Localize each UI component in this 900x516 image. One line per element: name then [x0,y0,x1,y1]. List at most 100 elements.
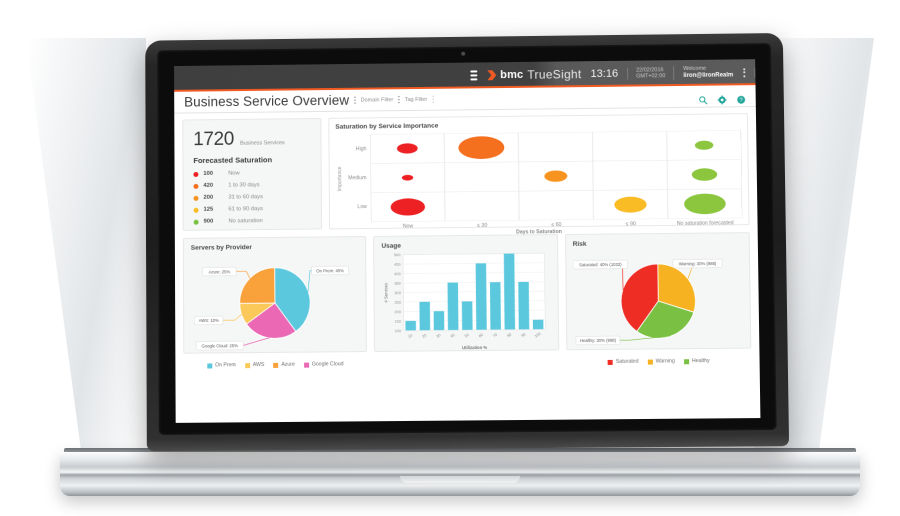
axis-tick-label: No saturation forecasted [668,218,743,227]
axis-tick-label: 100 [395,329,401,333]
pie-callout: Azure: 25% [203,267,250,279]
risk-card: Risk Warning: 30% (988) Healthy: 30% (988… [565,232,752,350]
bar[interactable] [448,283,459,331]
saturation-chart-body: Importance High Medium Low [335,130,742,222]
pie-callout: Google Cloud: 25% [196,338,269,350]
axis-tick-label: ≤ 30 [445,220,519,229]
pie-slice[interactable] [239,268,274,304]
saturation-plot-area [370,130,742,222]
axis-tick-label: Now [371,221,445,230]
legend-item[interactable]: Azure [273,362,295,368]
header-gradient [174,76,461,79]
saturation-period: No saturation [228,218,262,224]
legend-item[interactable]: On Prem [207,363,236,369]
laptop-screen-bezel: bmc TrueSight 13:16 22/02/2016 GMT+02:00… [157,43,777,435]
legend-item[interactable]: Warning [648,359,675,365]
bar[interactable] [476,263,487,329]
legend-swatch [273,363,278,368]
axis-tick-label: ≤ 60 [519,220,593,229]
help-icon[interactable]: ? [737,91,746,100]
axis-tick-label: 80 [507,333,513,339]
domain-filter-label[interactable]: Domain Filter [361,97,394,103]
bar[interactable] [504,254,515,330]
legend-swatch [207,363,212,368]
bar[interactable] [462,301,473,330]
axis-tick-label: 70 [493,333,499,339]
tag-filter-label[interactable]: Tag Filter [405,96,428,102]
laptop-lid: bmc TrueSight 13:16 22/02/2016 GMT+02:00… [145,33,789,451]
status-dot-icon [194,195,199,200]
tag-filter-options-icon[interactable] [432,96,434,104]
title-options-icon[interactable] [354,96,356,104]
axis-tick-label: 500 [394,253,400,257]
bmc-wordmark: bmc [500,69,523,81]
legend-item[interactable]: AWS [245,362,265,368]
axis-tick-label: Low [345,193,371,223]
legend-label: Google Cloud [312,362,344,368]
laptop-scene: bmc TrueSight 13:16 22/02/2016 GMT+02:00… [0,0,900,516]
bar[interactable] [420,302,431,331]
domain-filter-options-icon[interactable] [398,96,400,104]
header-right-group: 13:16 22/02/2016 GMT+02:00 Welcome liron… [581,59,755,87]
pie-callout-label: AWS: 10% [199,318,219,323]
dashboard-row-bottom: Servers by Provider On Prem: 40% Google C… [183,232,752,354]
pie-callout-label: Azure: 25% [209,269,231,274]
legend-label: Healthy [692,358,710,364]
saturation-period: Now [228,171,240,177]
backdrop-left-panel [26,38,146,452]
gear-icon[interactable] [717,91,726,100]
legend-swatch [245,363,250,368]
axis-tick-label: 90 [521,332,527,338]
axis-tick-label: 450 [394,263,400,267]
legend-swatch [684,359,689,364]
usage-card: Usage 100 150 200 250 300 350 400 450 500 10 20 30 4… [373,234,559,352]
pie-callout-label: Google Cloud: 25% [202,343,239,348]
saturation-period: 61 to 90 days [228,206,263,212]
svg-text:?: ? [740,98,743,104]
bar[interactable] [406,321,417,331]
webcam-icon [461,52,465,56]
x-axis-title: Utilization % [462,345,487,350]
forecasted-saturation-card: 1720 Business Services Forecasted Satura… [182,118,322,231]
axis-tick-label: 50 [464,333,470,339]
bar[interactable] [533,320,544,330]
status-dot-icon [193,171,198,176]
legend-label: AWS [253,362,265,368]
legend-label: Warning [656,359,675,365]
axis-tick-label: 250 [395,301,401,305]
brand-logo: bmc TrueSight [487,67,581,82]
risk-pie-area: Warning: 30% (988) Healthy: 30% (988) Satu… [573,246,744,357]
saturation-count: 900 [204,219,224,225]
axis-tick-label: 10 [408,333,414,339]
bar[interactable] [490,282,501,330]
title-bar-actions: ? [698,91,745,101]
saturation-count: 200 [203,195,223,201]
pie-callout: AWS: 10% [194,314,241,325]
bar[interactable] [519,282,530,330]
axis-tick-label: 200 [395,310,401,314]
pie-callout-label: Warning: 30% (988) [678,261,716,266]
legend-item[interactable]: Google Cloud [304,362,344,368]
servers-pie-area: On Prem: 40% Google Cloud: 25% AWS: 10% Azu… [191,250,360,361]
saturation-by-importance-card: Saturation by Service Importance Importa… [328,113,749,229]
pie-callout: On Prem: 40% [308,266,349,292]
user-block[interactable]: Welcome liron@lironRealm [673,65,739,79]
search-icon[interactable] [698,92,707,101]
hamburger-icon[interactable] [471,70,478,80]
legend-item[interactable]: Saturated [608,359,639,365]
axis-tick-label: 300 [395,291,401,295]
legend-label: Saturated [616,359,639,365]
kebab-menu-icon[interactable] [739,68,755,77]
username-label: liron@lironRealm [683,72,733,80]
forecasted-saturation-title: Forecasted Saturation [193,155,310,165]
legend-item[interactable]: Healthy [684,358,710,364]
usage-chart-area: 100 150 200 250 300 350 400 450 500 10 20 30 40 50 60 7… [381,248,550,351]
saturation-count: 100 [203,171,223,177]
saturation-count: 420 [203,183,223,189]
servers-pie-legend: On Prem AWS Azure Google Cloud [191,360,359,370]
laptop-base [60,452,860,496]
bar[interactable] [434,311,445,330]
axis-tick-label: 30 [436,333,442,339]
legend-swatch [304,363,309,368]
laptop-base-notch [400,476,520,483]
